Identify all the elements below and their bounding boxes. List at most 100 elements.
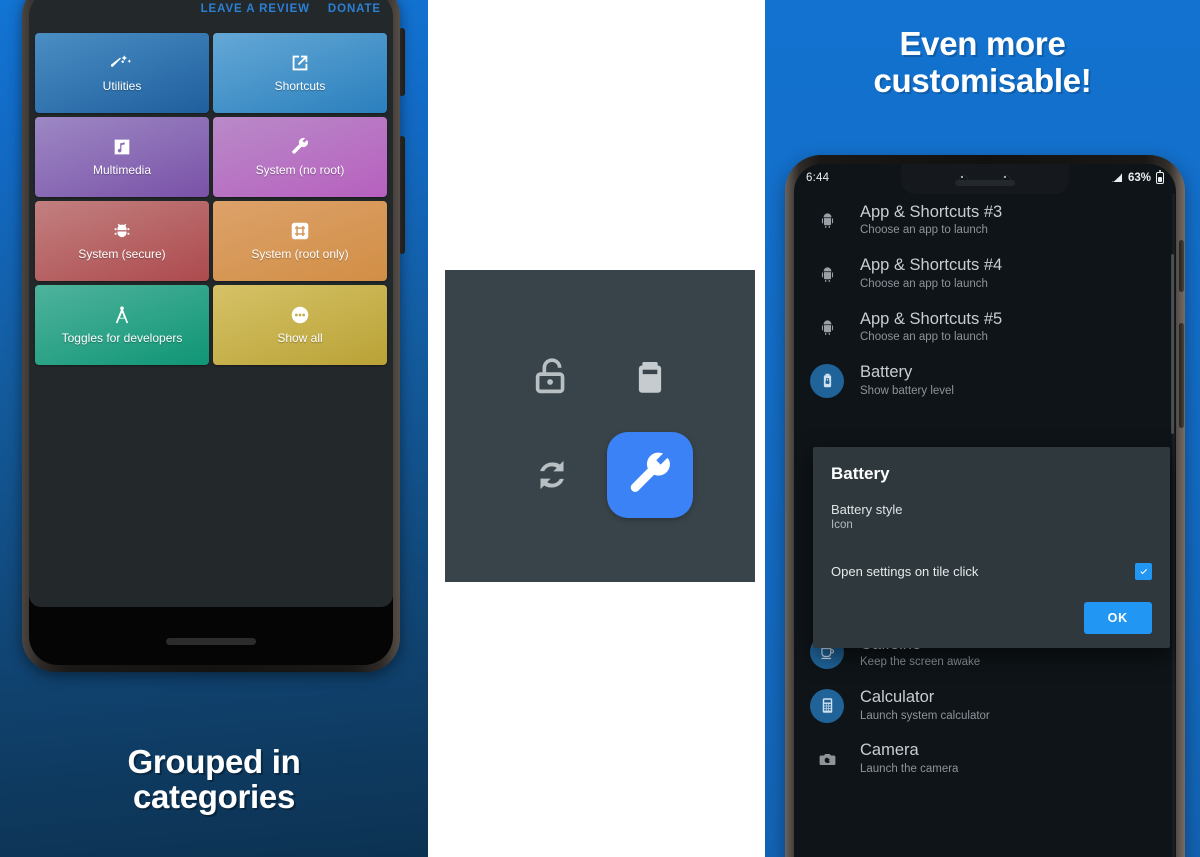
left-promo-panel: LEAVE A REVIEW DONATE Utilities Shortcut… [0, 0, 428, 857]
magic-wand-icon [111, 52, 133, 74]
category-tile-label: System (no root) [255, 163, 345, 178]
category-tile-label: System (secure) [78, 247, 166, 262]
open-settings-checkbox[interactable] [1135, 563, 1152, 580]
ok-button[interactable]: OK [1083, 602, 1152, 634]
unlock-icon [524, 349, 580, 405]
category-tile-label: Show all [277, 331, 323, 346]
list-item-title: App & Shortcuts #4 [860, 256, 1003, 275]
list-item[interactable]: App & Shortcuts #4 Choose an app to laun… [794, 247, 1176, 300]
sync-icon [524, 447, 580, 503]
earpiece-speaker [955, 180, 1015, 186]
list-item-subtitle: Show battery level [860, 384, 954, 397]
donate-button[interactable]: DONATE [328, 3, 381, 15]
battery-style-label: Battery style [831, 502, 903, 517]
list-item-text: App & Shortcuts #5 Choose an app to laun… [860, 310, 1002, 345]
status-bar-clock: 6:44 [806, 172, 830, 184]
app-header-bar: LEAVE A REVIEW DONATE [29, 0, 393, 29]
list-scrollbar-track[interactable] [1171, 194, 1175, 857]
category-tile-label: Toggles for developers [61, 331, 183, 346]
battery-settings-dialog: Battery Battery style Icon Open settings… [813, 447, 1170, 648]
list-item-subtitle: Choose an app to launch [860, 224, 988, 237]
caption-line-2: customisable! [873, 61, 1092, 99]
list-scrollbar-thumb[interactable] [1171, 254, 1174, 434]
battery-lock-icon [810, 363, 844, 398]
status-bar-indicators: 63% [1111, 170, 1164, 184]
category-tile-show-all[interactable]: Show all [213, 285, 387, 365]
list-item-title: Calculator [860, 688, 935, 707]
phone-screen-left: LEAVE A REVIEW DONATE Utilities Shortcut… [29, 0, 393, 607]
category-tile-system-root-only[interactable]: System (root only) [213, 201, 387, 281]
leave-a-review-button[interactable]: LEAVE A REVIEW [201, 3, 310, 15]
category-tile-multimedia[interactable]: Multimedia [35, 117, 209, 197]
dialog-title: Battery [831, 464, 890, 483]
list-item[interactable]: App & Shortcuts #5 Choose an app to laun… [794, 301, 1176, 354]
home-indicator-left [166, 638, 256, 645]
list-item-subtitle: Choose an app to launch [860, 331, 988, 344]
android-robot-icon [810, 311, 844, 345]
wrench-icon [289, 136, 311, 158]
icon-showcase-grid [503, 328, 699, 524]
android-robot-icon [810, 204, 844, 238]
phone-bezel-left: LEAVE A REVIEW DONATE Utilities Shortcut… [29, 0, 393, 665]
right-promo-panel: Even more customisable! 6:44 63% App & S… [765, 0, 1200, 857]
external-link-icon [289, 52, 311, 74]
category-tile-system-no-root[interactable]: System (no root) [213, 117, 387, 197]
category-tile-toggles-for-developers[interactable]: Toggles for developers [35, 285, 209, 365]
middle-icon-panel [445, 0, 755, 857]
compass-icon [111, 304, 133, 326]
list-item[interactable]: App & Shortcuts #3 Choose an app to laun… [794, 194, 1176, 247]
list-item-title: App & Shortcuts #3 [860, 203, 1003, 221]
signal-icon [1111, 172, 1123, 184]
right-panel-caption: Even more customisable! [765, 25, 1200, 100]
caption-line-1: Grouped in [127, 742, 301, 780]
category-tile-label: Utilities [102, 79, 142, 94]
list-item[interactable]: Calculator Launch system calculator [794, 679, 1176, 732]
list-item-text: App & Shortcuts #3 Choose an app to laun… [860, 203, 1002, 238]
android-robot-icon [810, 257, 844, 291]
list-item[interactable]: Camera Launch the camera [794, 732, 1176, 785]
list-item[interactable]: Battery Show battery level [794, 354, 1176, 407]
list-item-text: App & Shortcuts #4 Choose an app to laun… [860, 256, 1002, 291]
list-item-title: Battery [860, 363, 913, 382]
dialog-actions: OK [831, 602, 1152, 634]
calculator-icon [810, 688, 844, 723]
phone-side-button-right-2 [1179, 323, 1184, 428]
category-tile-system-secure[interactable]: System (secure) [35, 201, 209, 281]
battery-icon [1156, 170, 1164, 184]
category-tile-utilities[interactable]: Utilities [35, 33, 209, 113]
category-tile-label: Shortcuts [274, 79, 326, 94]
checkmark-icon [1139, 568, 1147, 574]
open-settings-on-tile-click-row[interactable]: Open settings on tile click [831, 563, 1152, 580]
wrench-app-icon[interactable] [607, 432, 693, 518]
bug-icon [111, 220, 133, 242]
grid-root-icon [289, 220, 311, 242]
status-bar: 6:44 63% [794, 164, 1176, 194]
music-note-icon [111, 136, 133, 158]
category-tile-label: System (root only) [251, 247, 349, 262]
phone-side-button-right-1 [1179, 240, 1184, 292]
list-item-title: Camera [860, 741, 919, 760]
list-item-text: Camera Launch the camera [860, 741, 958, 776]
caption-line-1: Even more [899, 25, 1066, 62]
phone-frame-left: LEAVE A REVIEW DONATE Utilities Shortcut… [22, 0, 400, 672]
list-item-subtitle: Launch the camera [860, 762, 959, 775]
battery-style-setting[interactable]: Battery style Icon [831, 502, 1152, 531]
open-settings-label: Open settings on tile click [831, 564, 979, 579]
caption-line-2: categories [132, 778, 296, 816]
phone-notch [901, 164, 1069, 194]
list-item-subtitle: Choose an app to launch [860, 277, 988, 290]
phone-screen-right: 6:44 63% App & Shortcuts #3 Choose an ap… [794, 164, 1176, 857]
phone-frame-right: 6:44 63% App & Shortcuts #3 Choose an ap… [785, 155, 1185, 857]
category-tile-shortcuts[interactable]: Shortcuts [213, 33, 387, 113]
list-item-title: App & Shortcuts #5 [860, 309, 1003, 328]
list-item-subtitle: Launch system calculator [860, 709, 990, 722]
list-item-text: Calculator Launch system calculator [860, 688, 990, 723]
battery-icon [622, 349, 678, 405]
list-item-subtitle: Keep the screen awake [860, 656, 981, 669]
battery-style-value: Icon [831, 519, 853, 531]
camera-icon [810, 742, 844, 776]
category-tile-label: Multimedia [92, 163, 152, 178]
left-panel-caption: Grouped in categories [0, 744, 428, 815]
more-dots-icon [289, 304, 311, 326]
category-tile-grid: Utilities Shortcuts Multimedia System (n… [29, 29, 393, 371]
